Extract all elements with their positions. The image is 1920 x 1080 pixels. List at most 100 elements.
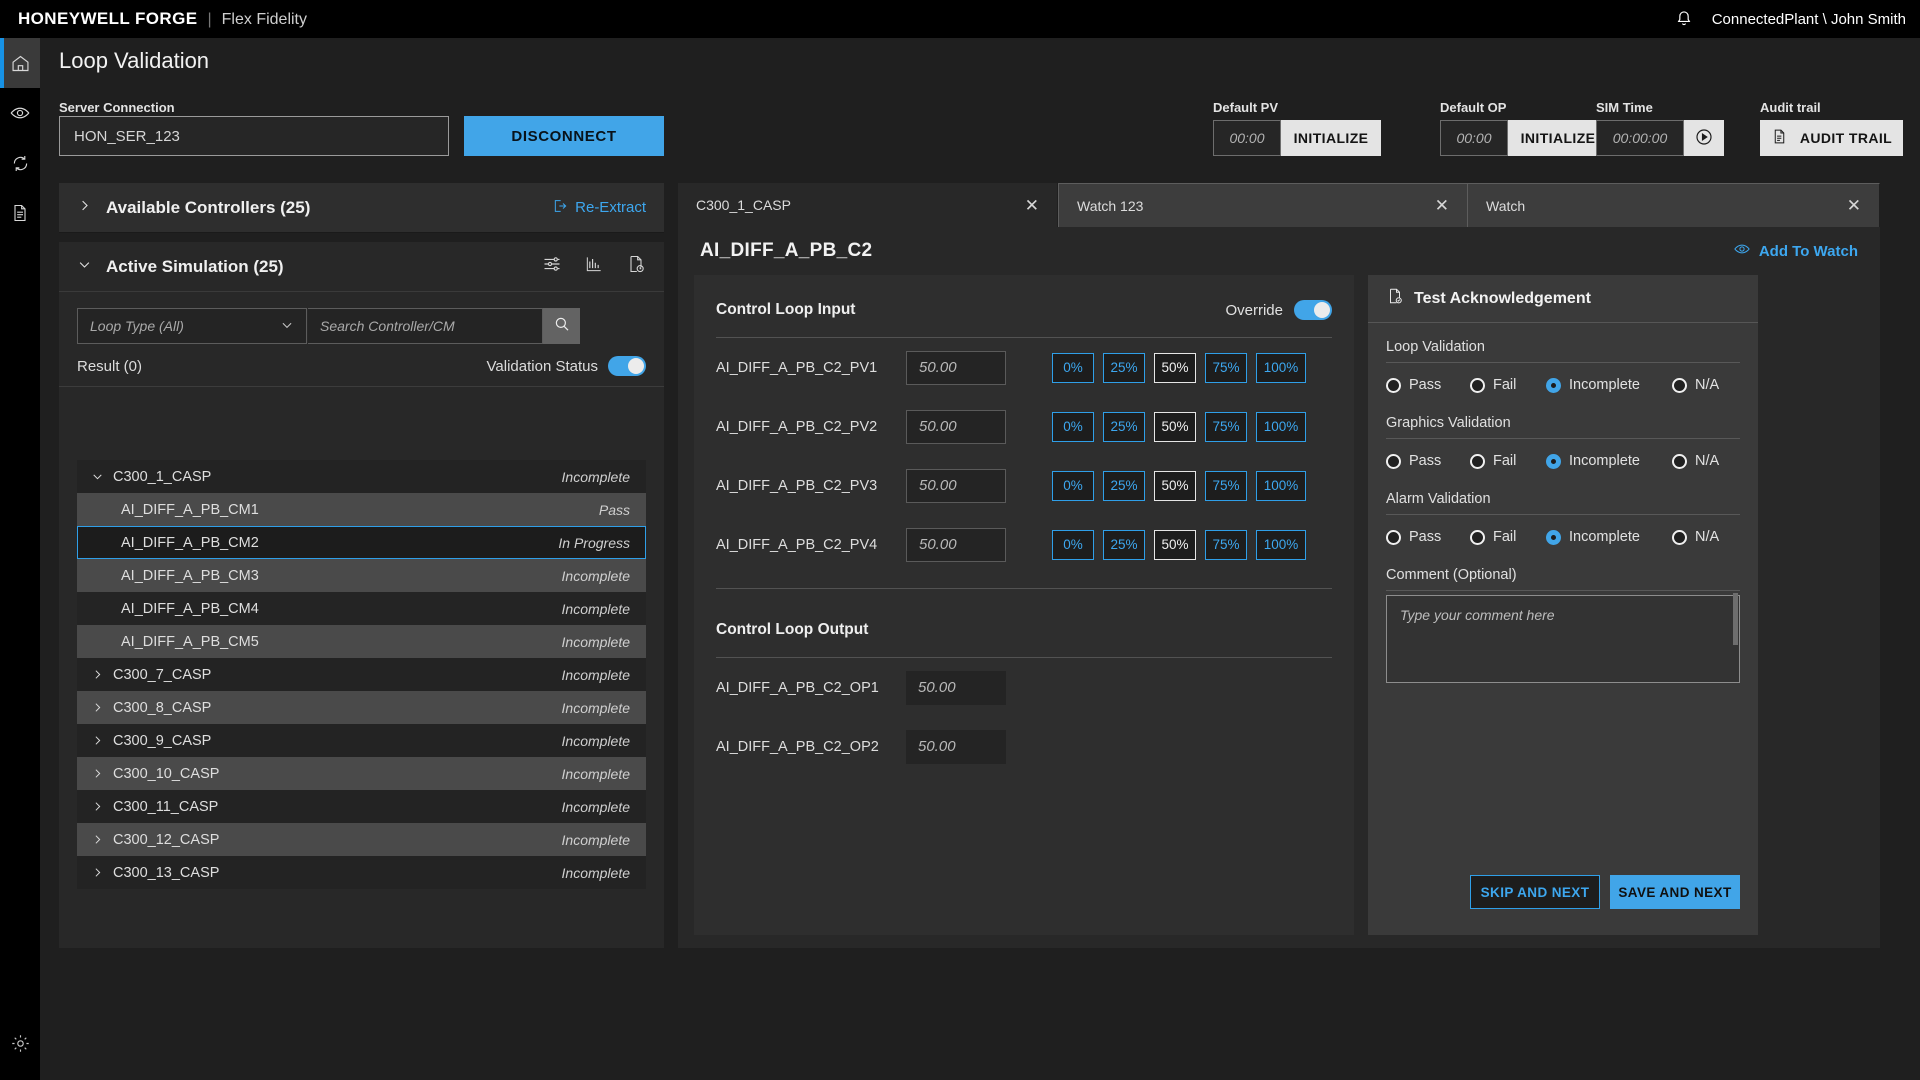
search-button[interactable] [543, 308, 580, 344]
tree-item-cm[interactable]: AI_DIFF_A_PB_CM4 Incomplete [77, 592, 646, 625]
preset-75-percent-button[interactable]: 75% [1205, 470, 1247, 501]
preset-0-percent-button[interactable]: 0% [1052, 529, 1094, 560]
input-row-value[interactable] [906, 527, 1006, 562]
preset-25-percent-button[interactable]: 25% [1103, 411, 1145, 442]
tab-watch[interactable]: Watch ✕ [1468, 183, 1880, 227]
chevron-right-icon[interactable] [91, 833, 113, 846]
control-loop-input-title: Control Loop Input [716, 301, 856, 318]
close-icon[interactable]: ✕ [1025, 197, 1039, 214]
comment-scrollbar[interactable] [1733, 593, 1738, 645]
chevron-down-icon[interactable] [91, 470, 113, 483]
radio-n-a[interactable]: N/A [1672, 453, 1719, 469]
preset-100-percent-button[interactable]: 100% [1256, 411, 1306, 442]
search-input[interactable] [308, 308, 543, 344]
preset-100-percent-button[interactable]: 100% [1256, 352, 1306, 383]
preset-25-percent-button[interactable]: 25% [1103, 352, 1145, 383]
user-label[interactable]: ConnectedPlant \ John Smith [1712, 11, 1906, 28]
chevron-right-icon[interactable] [91, 800, 113, 813]
rail-item-reports[interactable] [0, 188, 40, 238]
rail-item-sync[interactable] [0, 138, 40, 188]
validation-group: Graphics Validation Pass Fail Incomplete N/A [1386, 415, 1740, 469]
chevron-right-icon[interactable] [91, 668, 113, 681]
tab-c300-1-casp[interactable]: C300_1_CASP ✕ [678, 183, 1058, 227]
add-to-watch-button[interactable]: Add To Watch [1733, 240, 1858, 262]
sliders-icon[interactable] [542, 254, 562, 279]
tree-item-cm[interactable]: AI_DIFF_A_PB_CM2 In Progress [77, 526, 646, 559]
preset-0-percent-button[interactable]: 0% [1052, 411, 1094, 442]
tree-item-controller[interactable]: C300_1_CASP Incomplete [77, 460, 646, 493]
chevron-right-icon[interactable] [91, 701, 113, 714]
tree-item-controller[interactable]: C300_11_CASP Incomplete [77, 790, 646, 823]
preset-75-percent-button[interactable]: 75% [1205, 352, 1247, 383]
bar-chart-icon[interactable] [584, 254, 604, 279]
tree-item-cm[interactable]: AI_DIFF_A_PB_CM5 Incomplete [77, 625, 646, 658]
preset-75-percent-button[interactable]: 75% [1205, 529, 1247, 560]
tree-item-cm[interactable]: AI_DIFF_A_PB_CM3 Incomplete [77, 559, 646, 592]
tree-item-controller[interactable]: C300_10_CASP Incomplete [77, 757, 646, 790]
audit-trail-button[interactable]: AUDIT TRAIL [1760, 120, 1903, 156]
skip-and-next-button[interactable]: SKIP AND NEXT [1470, 875, 1600, 909]
preset-100-percent-button[interactable]: 100% [1256, 529, 1306, 560]
re-extract-button[interactable]: Re-Extract [552, 198, 646, 218]
tree-item-controller[interactable]: C300_8_CASP Incomplete [77, 691, 646, 724]
input-row-value[interactable] [906, 409, 1006, 444]
tree-item-controller[interactable]: C300_12_CASP Incomplete [77, 823, 646, 856]
rail-item-settings[interactable] [0, 1018, 40, 1068]
preset-25-percent-button[interactable]: 25% [1103, 529, 1145, 560]
radio-pass[interactable]: Pass [1386, 453, 1470, 469]
radio-incomplete[interactable]: Incomplete [1546, 377, 1672, 393]
radio-incomplete[interactable]: Incomplete [1546, 453, 1672, 469]
tab-watch-123[interactable]: Watch 123 ✕ [1058, 183, 1468, 227]
preset-50-percent-button[interactable]: 50% [1154, 470, 1196, 501]
tree-item-controller[interactable]: C300_9_CASP Incomplete [77, 724, 646, 757]
chevron-right-icon[interactable] [91, 866, 113, 879]
preset-75-percent-button[interactable]: 75% [1205, 411, 1247, 442]
sim-time-play-button[interactable] [1684, 120, 1724, 156]
sim-time-value[interactable]: 00:00:00 [1596, 120, 1684, 156]
server-connection-input[interactable] [59, 116, 449, 156]
preset-0-percent-button[interactable]: 0% [1052, 470, 1094, 501]
chevron-right-icon[interactable] [91, 734, 113, 747]
radio-fail[interactable]: Fail [1470, 453, 1546, 469]
preset-50-percent-button[interactable]: 50% [1154, 411, 1196, 442]
input-row-value[interactable] [906, 350, 1006, 385]
validation-status-toggle[interactable] [608, 356, 646, 376]
chevron-right-icon[interactable] [91, 767, 113, 780]
preset-50-percent-button[interactable]: 50% [1154, 529, 1196, 560]
radio-pass[interactable]: Pass [1386, 377, 1470, 393]
output-row-value[interactable] [906, 670, 1006, 705]
radio-incomplete[interactable]: Incomplete [1546, 529, 1672, 545]
default-pv-value[interactable]: 00:00 [1213, 120, 1281, 156]
default-op-group: Default OP 00:00 INITIALIZE [1440, 100, 1608, 156]
override-toggle[interactable] [1294, 300, 1332, 320]
close-icon[interactable]: ✕ [1847, 197, 1861, 214]
default-op-initialize-button[interactable]: INITIALIZE [1508, 120, 1608, 156]
tree-item-cm[interactable]: AI_DIFF_A_PB_CM1 Pass [77, 493, 646, 526]
output-row-value[interactable] [906, 729, 1006, 764]
disconnect-button[interactable]: DISCONNECT [464, 116, 664, 156]
rail-item-home[interactable] [0, 38, 40, 88]
save-and-next-button[interactable]: SAVE AND NEXT [1610, 875, 1740, 909]
radio-n-a[interactable]: N/A [1672, 529, 1719, 545]
rail-item-view[interactable] [0, 88, 40, 138]
tree-item-controller[interactable]: C300_7_CASP Incomplete [77, 658, 646, 691]
input-row-value[interactable] [906, 468, 1006, 503]
preset-25-percent-button[interactable]: 25% [1103, 470, 1145, 501]
comment-textarea[interactable] [1386, 595, 1740, 683]
preset-100-percent-button[interactable]: 100% [1256, 470, 1306, 501]
bell-icon[interactable] [1674, 9, 1694, 29]
close-icon[interactable]: ✕ [1435, 197, 1449, 214]
document-clock-icon[interactable] [626, 254, 646, 279]
active-simulation-header[interactable]: Active Simulation (25) [59, 242, 664, 292]
radio-pass[interactable]: Pass [1386, 529, 1470, 545]
default-op-value[interactable]: 00:00 [1440, 120, 1508, 156]
default-pv-initialize-button[interactable]: INITIALIZE [1281, 120, 1381, 156]
available-controllers-header[interactable]: Available Controllers (25) Re-Extract [59, 183, 664, 233]
radio-n-a[interactable]: N/A [1672, 377, 1719, 393]
preset-0-percent-button[interactable]: 0% [1052, 352, 1094, 383]
loop-type-select[interactable]: Loop Type (All) [77, 308, 307, 344]
radio-fail[interactable]: Fail [1470, 377, 1546, 393]
preset-50-percent-button[interactable]: 50% [1154, 352, 1196, 383]
radio-fail[interactable]: Fail [1470, 529, 1546, 545]
tree-item-controller[interactable]: C300_13_CASP Incomplete [77, 856, 646, 889]
